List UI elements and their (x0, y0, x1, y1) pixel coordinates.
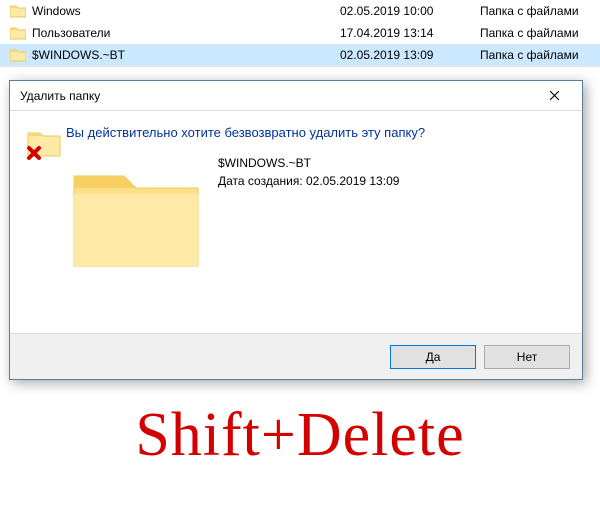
file-name: $WINDOWS.~BT (32, 48, 125, 62)
dialog-titlebar[interactable]: Удалить папку (10, 81, 582, 111)
file-row[interactable]: Windows 02.05.2019 10:00 Папка с файлами (0, 0, 600, 22)
file-name: Пользователи (32, 26, 110, 40)
folder-preview-icon (66, 154, 206, 274)
caption-text: Shift+Delete (0, 400, 600, 471)
item-created: Дата создания: 02.05.2019 13:09 (218, 172, 399, 190)
item-name: $WINDOWS.~BT (218, 154, 399, 172)
file-list: Windows 02.05.2019 10:00 Папка с файлами… (0, 0, 600, 67)
file-row[interactable]: Пользователи 17.04.2019 13:14 Папка с фа… (0, 22, 600, 44)
folder-icon (10, 4, 26, 18)
delete-folder-icon (26, 125, 66, 274)
close-button[interactable] (534, 82, 574, 110)
yes-button[interactable]: Да (390, 345, 476, 369)
dialog-button-bar: Да Нет (10, 333, 582, 379)
file-date: 02.05.2019 10:00 (340, 4, 480, 18)
file-type: Папка с файлами (480, 26, 600, 40)
folder-icon (10, 26, 26, 40)
file-type: Папка с файлами (480, 48, 600, 62)
close-icon (549, 90, 560, 101)
file-type: Папка с файлами (480, 4, 600, 18)
file-date: 17.04.2019 13:14 (340, 26, 480, 40)
delete-folder-dialog: Удалить папку Вы действительно хотите бе… (9, 80, 583, 380)
dialog-question: Вы действительно хотите безвозвратно уда… (66, 125, 566, 140)
dialog-title: Удалить папку (20, 89, 534, 103)
no-button[interactable]: Нет (484, 345, 570, 369)
folder-icon (10, 48, 26, 62)
file-row[interactable]: $WINDOWS.~BT 02.05.2019 13:09 Папка с фа… (0, 44, 600, 66)
file-name: Windows (32, 4, 81, 18)
file-date: 02.05.2019 13:09 (340, 48, 480, 62)
